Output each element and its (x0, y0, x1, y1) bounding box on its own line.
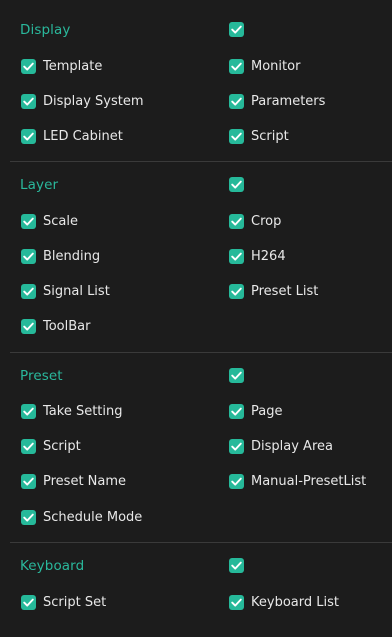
checkmark-icon (23, 97, 34, 106)
script-set-checkbox[interactable] (21, 595, 36, 610)
keyboard-list-checkbox[interactable] (229, 595, 244, 610)
crop-label: Crop (251, 214, 282, 229)
take-setting-label: Take Setting (43, 404, 123, 419)
h264-label: H264 (251, 249, 286, 264)
scale-label: Scale (43, 214, 78, 229)
checkmark-icon (23, 217, 34, 226)
checkmark-icon (231, 97, 242, 106)
manual-presetlist-label: Manual-PresetList (251, 474, 367, 489)
crop-checkbox[interactable] (229, 214, 244, 229)
checkmark-icon (231, 252, 242, 261)
preset-script-label: Script (43, 439, 81, 454)
parameters-label: Parameters (251, 94, 326, 109)
section-title-preset: Preset (20, 368, 63, 384)
template-checkbox[interactable] (21, 59, 36, 74)
checkmark-icon (231, 25, 242, 34)
schedule-mode-label: Schedule Mode (43, 510, 143, 525)
script-set-label: Script Set (43, 595, 107, 610)
display-system-checkbox[interactable] (21, 94, 36, 109)
section-title-keyboard: Keyboard (20, 558, 85, 574)
section-title-layer: Layer (20, 177, 59, 193)
checkmark-icon (231, 217, 242, 226)
toolbar-checkbox[interactable] (21, 319, 36, 334)
checkmark-icon (231, 180, 242, 189)
scale-checkbox[interactable] (21, 214, 36, 229)
checkmark-icon (23, 322, 34, 331)
section-title-display: Display (20, 22, 71, 38)
page-checkbox[interactable] (229, 404, 244, 419)
blending-label: Blending (43, 249, 101, 264)
blending-checkbox[interactable] (21, 249, 36, 264)
checkmark-icon (23, 132, 34, 141)
checkmark-icon (23, 252, 34, 261)
checkmark-icon (231, 442, 242, 451)
preset-list-label: Preset List (251, 284, 319, 299)
schedule-mode-checkbox[interactable] (21, 510, 36, 525)
checkmark-icon (231, 62, 242, 71)
checkmark-icon (23, 62, 34, 71)
section-divider (10, 161, 392, 162)
display-script-label: Script (251, 129, 289, 144)
signal-list-checkbox[interactable] (21, 284, 36, 299)
preset-name-label: Preset Name (43, 474, 127, 489)
checkmark-icon (23, 287, 34, 296)
checkmark-icon (23, 407, 34, 416)
keyboard-list-label: Keyboard List (251, 595, 339, 610)
checkmark-icon (231, 287, 242, 296)
preset-script-checkbox[interactable] (21, 439, 36, 454)
checkmark-icon (231, 598, 242, 607)
monitor-checkbox[interactable] (229, 59, 244, 74)
select-all-display-checkbox[interactable] (229, 22, 244, 37)
select-all-layer-checkbox[interactable] (229, 177, 244, 192)
checkmark-icon (231, 407, 242, 416)
checkmark-icon (23, 442, 34, 451)
h264-checkbox[interactable] (229, 249, 244, 264)
display-system-label: Display System (43, 94, 144, 109)
toolbar-label: ToolBar (43, 319, 91, 334)
checkmark-icon (231, 561, 242, 570)
monitor-label: Monitor (251, 59, 301, 74)
signal-list-label: Signal List (43, 284, 110, 299)
preset-name-checkbox[interactable] (21, 474, 36, 489)
checkmark-icon (231, 132, 242, 141)
display-area-label: Display Area (251, 439, 333, 454)
parameters-checkbox[interactable] (229, 94, 244, 109)
checkmark-icon (23, 598, 34, 607)
take-setting-checkbox[interactable] (21, 404, 36, 419)
display-script-checkbox[interactable] (229, 129, 244, 144)
checkmark-icon (23, 477, 34, 486)
checkmark-icon (231, 477, 242, 486)
template-label: Template (43, 59, 103, 74)
checkmark-icon (23, 513, 34, 522)
checkmark-icon (231, 371, 242, 380)
permissions-panel: Display Template Monitor Display System … (0, 0, 392, 637)
led-cabinet-label: LED Cabinet (43, 129, 123, 144)
page-label: Page (251, 404, 283, 419)
preset-list-checkbox[interactable] (229, 284, 244, 299)
led-cabinet-checkbox[interactable] (21, 129, 36, 144)
select-all-keyboard-checkbox[interactable] (229, 558, 244, 573)
manual-presetlist-checkbox[interactable] (229, 474, 244, 489)
select-all-preset-checkbox[interactable] (229, 368, 244, 383)
section-divider (10, 352, 392, 353)
section-divider (10, 542, 392, 543)
display-area-checkbox[interactable] (229, 439, 244, 454)
